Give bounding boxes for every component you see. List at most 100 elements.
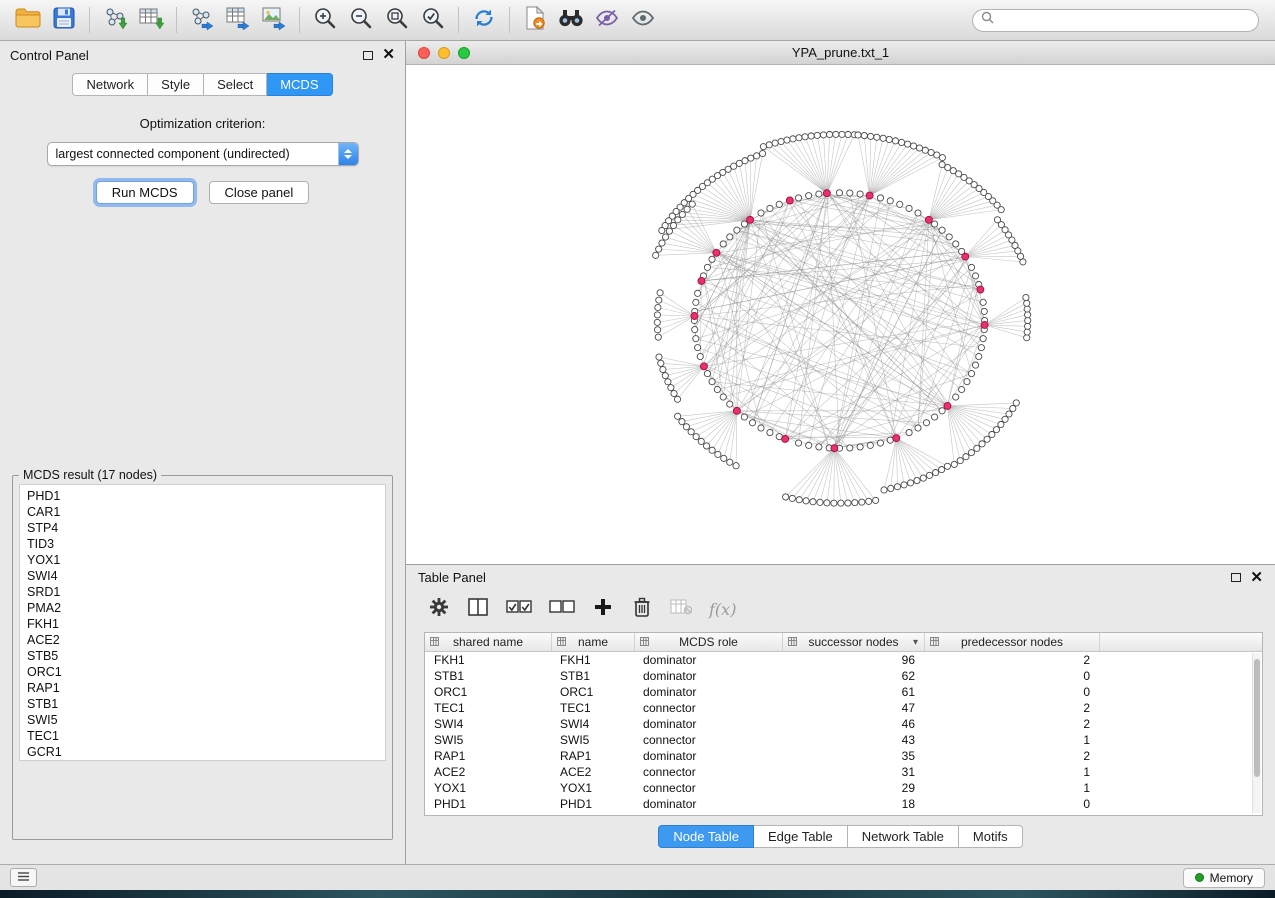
tab-node-table[interactable]: Node Table — [658, 825, 754, 848]
table-cell: TEC1 — [425, 700, 552, 716]
mcds-result-node[interactable]: ORC1 — [20, 664, 385, 680]
column-header-name[interactable]: name — [552, 633, 635, 651]
table-scrollbar[interactable] — [1252, 653, 1261, 813]
import-table-button[interactable] — [133, 4, 169, 36]
add-column-button[interactable] — [592, 596, 614, 622]
memory-button[interactable]: Memory — [1183, 868, 1265, 888]
tab-network[interactable]: Network — [72, 73, 148, 96]
refresh-button[interactable] — [466, 4, 502, 36]
tab-mcds[interactable]: MCDS — [267, 73, 332, 96]
mcds-result-node[interactable]: FKH1 — [20, 616, 385, 632]
column-visibility-button[interactable] — [467, 596, 489, 622]
column-header-successor-nodes[interactable]: successor nodes▾ — [783, 633, 925, 651]
export-table-button[interactable] — [220, 4, 256, 36]
table-cell: connector — [635, 764, 783, 780]
column-type-icon — [640, 637, 649, 646]
column-header-MCDS-role[interactable]: MCDS role — [635, 633, 783, 651]
toolbar-separator — [176, 7, 177, 33]
table-cell: RAP1 — [552, 748, 635, 764]
delete-column-button[interactable] — [631, 596, 653, 622]
table-row[interactable]: FKH1FKH1dominator962 — [425, 652, 1252, 668]
tab-style[interactable]: Style — [148, 73, 204, 96]
table-cell: 2 — [925, 716, 1100, 732]
export-document-button[interactable] — [517, 4, 553, 36]
float-table-panel-icon[interactable] — [1231, 573, 1241, 582]
zoom-selected-button[interactable] — [415, 4, 451, 36]
mcds-result-node[interactable]: TEC1 — [20, 728, 385, 744]
mcds-result-list[interactable]: PHD1CAR1STP4TID3YOX1SWI4SRD1PMA2FKH1ACE2… — [19, 484, 386, 761]
mcds-result-node[interactable]: STB1 — [20, 696, 385, 712]
table-row[interactable]: ORC1ORC1dominator610 — [425, 684, 1252, 700]
mcds-result-node[interactable]: GCR1 — [20, 744, 385, 760]
dropdown-arrows-icon — [338, 143, 358, 165]
table-cell: ORC1 — [425, 684, 552, 700]
table-cell: STB1 — [552, 668, 635, 684]
tab-motifs[interactable]: Motifs — [959, 825, 1023, 848]
mcds-tab-content: Optimization criterion: largest connecte… — [0, 96, 405, 864]
tab-network-table[interactable]: Network Table — [848, 825, 959, 848]
select-all-rows-button[interactable] — [506, 596, 532, 622]
import-network-button[interactable] — [97, 4, 133, 36]
criterion-dropdown[interactable]: largest connected component (undirected) — [47, 142, 359, 166]
mcds-result-group: MCDS result (17 nodes) PHD1CAR1STP4TID3Y… — [12, 468, 393, 840]
search-input[interactable] — [1000, 13, 1250, 27]
table-cell: SWI5 — [425, 732, 552, 748]
window-close-button[interactable] — [418, 47, 430, 59]
window-minimize-button[interactable] — [438, 47, 450, 59]
table-row[interactable]: PHD1PHD1dominator180 — [425, 796, 1252, 812]
window-zoom-button[interactable] — [458, 47, 470, 59]
close-panel-button[interactable]: Close panel — [209, 181, 310, 204]
find-button[interactable] — [553, 4, 589, 36]
hide-details-button[interactable] — [589, 4, 625, 36]
mcds-result-node[interactable]: SWI4 — [20, 568, 385, 584]
zoom-out-icon — [349, 6, 373, 35]
mcds-result-node[interactable]: PMA2 — [20, 600, 385, 616]
document-share-icon — [524, 6, 546, 35]
table-row[interactable]: SWI4SWI4dominator462 — [425, 716, 1252, 732]
export-image-button[interactable] — [256, 4, 292, 36]
column-header-predecessor-nodes[interactable]: predecessor nodes — [925, 633, 1100, 651]
function-builder-button[interactable]: f(x) — [709, 596, 736, 622]
mcds-result-node[interactable]: TID3 — [20, 536, 385, 552]
folder-icon — [15, 7, 41, 34]
mcds-result-node[interactable]: RAP1 — [20, 680, 385, 696]
table-settings-button[interactable] — [428, 596, 450, 622]
mcds-result-node[interactable]: STB5 — [20, 648, 385, 664]
checked-boxes-icon — [506, 600, 532, 619]
table-row[interactable]: YOX1YOX1connector291 — [425, 780, 1252, 796]
mcds-result-node[interactable]: SWI5 — [20, 712, 385, 728]
table-row[interactable]: SWI5SWI5connector431 — [425, 732, 1252, 748]
mcds-result-node[interactable]: PHD1 — [20, 488, 385, 504]
table-row[interactable]: TEC1TEC1connector472 — [425, 700, 1252, 716]
save-session-button[interactable] — [46, 4, 82, 36]
tab-select[interactable]: Select — [204, 73, 267, 96]
toolbar-separator — [458, 7, 459, 33]
close-panel-icon[interactable]: ✕ — [382, 50, 395, 60]
table-scrollbar-thumb[interactable] — [1254, 659, 1260, 777]
mcds-result-node[interactable]: ACE2 — [20, 632, 385, 648]
show-details-button[interactable] — [625, 4, 661, 36]
mcds-result-node[interactable]: YOX1 — [20, 552, 385, 568]
mcds-result-node[interactable]: SRD1 — [20, 584, 385, 600]
table-row[interactable]: ACE2ACE2connector311 — [425, 764, 1252, 780]
float-panel-icon[interactable] — [363, 51, 373, 60]
zoom-fit-button[interactable] — [379, 4, 415, 36]
network-canvas[interactable] — [406, 65, 1275, 564]
table-cell: FKH1 — [425, 652, 552, 668]
run-mcds-button[interactable]: Run MCDS — [96, 181, 194, 204]
close-table-panel-icon[interactable]: ✕ — [1250, 573, 1263, 583]
search-icon — [981, 11, 994, 29]
zoom-out-button[interactable] — [343, 4, 379, 36]
table-row[interactable]: RAP1RAP1dominator352 — [425, 748, 1252, 764]
search-box[interactable] — [972, 9, 1259, 32]
deselect-all-rows-button[interactable] — [549, 596, 575, 622]
export-network-button[interactable] — [184, 4, 220, 36]
task-history-button[interactable] — [10, 868, 37, 887]
table-row[interactable]: STB1STB1dominator620 — [425, 668, 1252, 684]
column-header-shared-name[interactable]: shared name — [425, 633, 552, 651]
tab-edge-table[interactable]: Edge Table — [754, 825, 848, 848]
mcds-result-node[interactable]: CAR1 — [20, 504, 385, 520]
open-session-button[interactable] — [10, 4, 46, 36]
mcds-result-node[interactable]: STP4 — [20, 520, 385, 536]
zoom-in-button[interactable] — [307, 4, 343, 36]
